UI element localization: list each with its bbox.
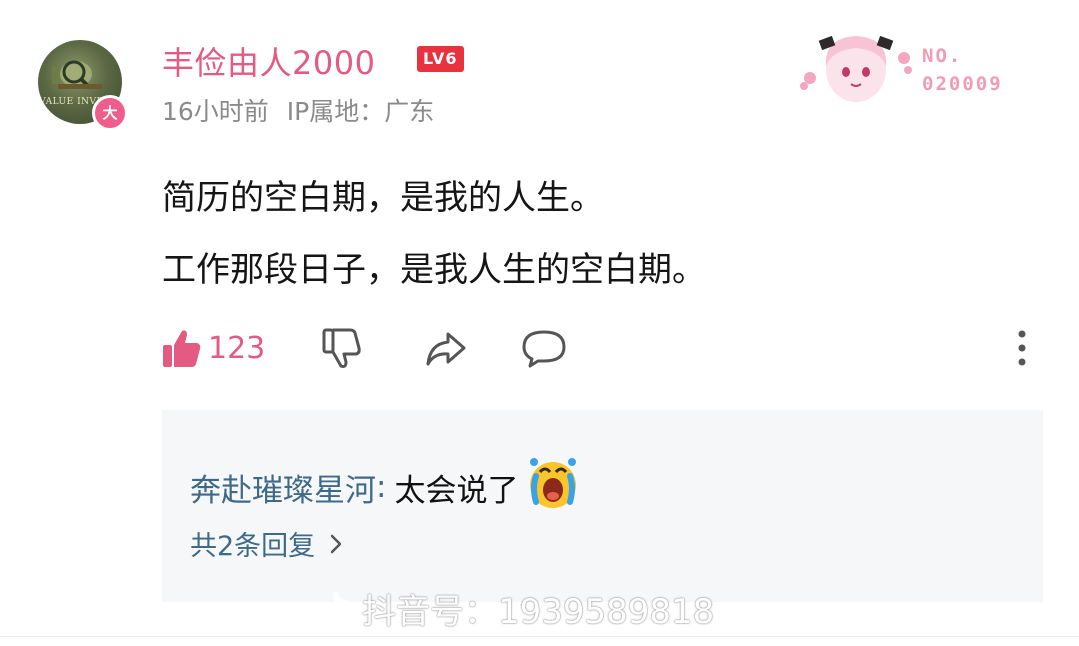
action-bar: 123	[160, 322, 1040, 376]
thumbs-down-icon	[322, 328, 361, 368]
douyin-logo-icon	[320, 591, 350, 626]
watermark-text: 抖音号：1939589818	[362, 592, 715, 632]
thumbs-up-icon	[163, 330, 201, 367]
more-vertical-icon	[1018, 330, 1026, 366]
avatar-badge: 大	[92, 95, 128, 131]
share-button[interactable]	[422, 324, 470, 376]
dislike-button[interactable]	[320, 324, 366, 376]
comment-time: 16小时前	[162, 97, 269, 126]
view-replies-button[interactable]: 共2条回复	[190, 524, 343, 563]
reply-item[interactable]: 奔赴璀璨星河 : 太会说了	[190, 454, 582, 520]
share-icon	[426, 332, 466, 366]
comment-icon	[522, 330, 566, 368]
comment-body: 简历的空白期，是我的人生。 工作那段日子，是我人生的空白期。	[162, 162, 706, 306]
username[interactable]: 丰俭由人2000	[162, 38, 375, 84]
reply-preview[interactable]: 奔赴璀璨星河 : 太会说了 共2条回复	[162, 410, 1043, 602]
reply-author[interactable]: 奔赴璀璨星河	[190, 465, 376, 510]
reply-button[interactable]	[520, 324, 568, 376]
level-badge: LV6	[417, 46, 464, 72]
anime-decoration	[796, 28, 916, 106]
divider	[0, 636, 1079, 637]
like-count: 123	[208, 330, 266, 366]
reply-text: 太会说了	[394, 472, 519, 509]
crying-face-emoji	[524, 454, 582, 520]
reply-count-label: 共2条回复	[190, 531, 316, 562]
comment-line-2: 工作那段日子，是我人生的空白期。	[162, 250, 706, 290]
deco-no-value: 020009	[922, 73, 1003, 95]
douyin-watermark: 抖音号：1939589818	[318, 584, 714, 633]
ip-location: IP属地：广东	[286, 97, 435, 126]
deco-number: NO. 020009	[922, 42, 1003, 98]
like-button[interactable]: 123	[160, 327, 265, 369]
comment-line-1: 简历的空白期，是我的人生。	[162, 178, 604, 218]
reply-separator: :	[376, 469, 387, 505]
chevron-right-icon	[330, 534, 342, 553]
deco-no-label: NO.	[922, 45, 963, 67]
more-button[interactable]	[1012, 328, 1032, 372]
comment-meta: 16小时前 IP属地：广东	[162, 92, 434, 128]
